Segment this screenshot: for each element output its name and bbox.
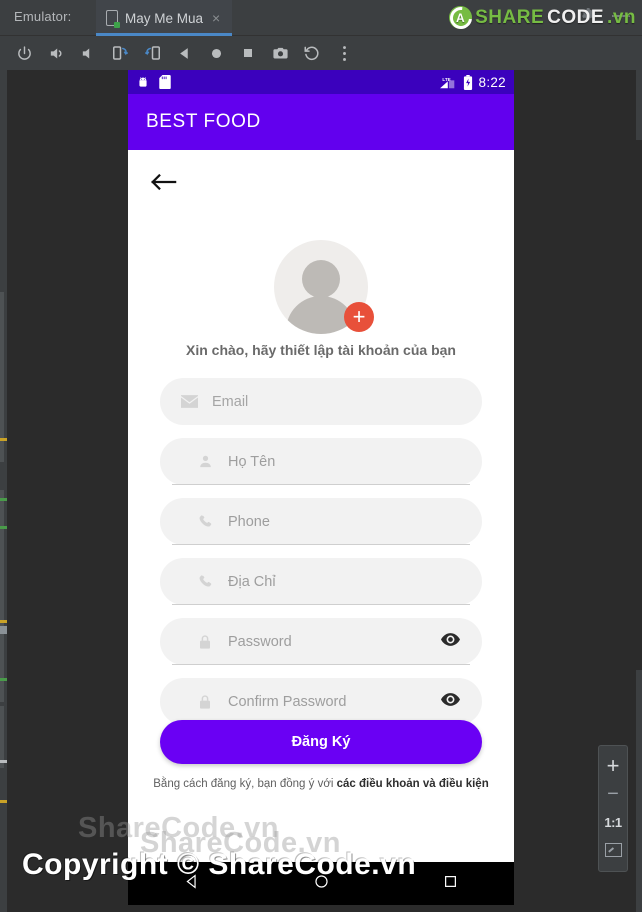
phone-placeholder: Phone xyxy=(228,513,270,530)
phone-icon xyxy=(192,514,218,529)
sharecode-mark-icon: A xyxy=(449,6,473,29)
lock-icon xyxy=(192,634,218,650)
emulator-tab[interactable]: May Me Mua × xyxy=(96,0,233,36)
toggle-password-visibility-icon[interactable] xyxy=(441,632,460,651)
right-chrome-edge-dark xyxy=(636,140,642,670)
home-button[interactable] xyxy=(200,37,232,69)
lock-icon xyxy=(192,694,218,710)
zoom-out-button[interactable]: − xyxy=(599,780,627,808)
avatar-upload[interactable]: + xyxy=(274,240,374,334)
fit-screen-button[interactable] xyxy=(599,836,627,864)
screen-back-button[interactable] xyxy=(142,164,184,200)
confirm-password-placeholder: Confirm Password xyxy=(228,693,347,710)
android-navigation-bar xyxy=(128,862,514,905)
email-field[interactable]: Email xyxy=(160,378,482,425)
status-time: 8:22 xyxy=(478,74,506,90)
brand-vn-text: .vn xyxy=(607,6,636,28)
brand-code-text: CODE xyxy=(547,6,605,28)
password-field[interactable]: Password xyxy=(160,618,482,665)
nav-home-button[interactable] xyxy=(313,873,330,895)
actual-size-button[interactable]: 1:1 xyxy=(599,808,627,836)
terms-link[interactable]: các điều khoản và điều kiện xyxy=(337,778,489,790)
overview-button[interactable] xyxy=(232,37,264,69)
more-button[interactable] xyxy=(328,37,360,69)
brand-share-text: SHARE xyxy=(475,6,545,28)
arrow-left-icon xyxy=(151,173,177,191)
address-field[interactable]: Địa Chỉ xyxy=(160,558,482,605)
device-screen: LTE 8:22 BEST FOOD + Xin chào, hãy thiết… xyxy=(128,70,514,905)
rotate-history-button[interactable] xyxy=(296,37,328,69)
android-icon xyxy=(139,76,147,87)
editor-gutter-strip[interactable] xyxy=(0,60,7,912)
window-titlebar: Emulator: May Me Mua × A SHARE CODE .vn xyxy=(0,0,642,36)
emulator-label: Emulator: xyxy=(14,9,72,24)
greeting-text: Xin chào, hãy thiết lập tài khoản của bạ… xyxy=(186,342,456,358)
battery-charging-icon xyxy=(463,74,472,90)
password-placeholder: Password xyxy=(228,633,292,650)
confirm-password-field[interactable]: Confirm Password xyxy=(160,678,482,725)
sdcard-icon xyxy=(159,75,171,89)
phone-icon xyxy=(192,574,218,589)
signup-form: Email Họ Tên Phone Địa Chỉ Password Conf… xyxy=(160,378,482,738)
signup-screen-content: + Xin chào, hãy thiết lập tài khoản của … xyxy=(128,150,514,862)
back-button[interactable] xyxy=(168,37,200,69)
android-status-bar: LTE 8:22 xyxy=(128,70,514,94)
phone-field[interactable]: Phone xyxy=(160,498,482,545)
volume-up-button[interactable] xyxy=(40,37,72,69)
nav-recents-button[interactable] xyxy=(443,874,458,894)
emulator-window: Emulator: May Me Mua × A SHARECODE.vn xyxy=(0,0,642,912)
emulator-toolbar xyxy=(0,36,642,70)
zoom-in-button[interactable]: + xyxy=(599,752,627,780)
email-placeholder: Email xyxy=(212,393,249,410)
address-placeholder: Địa Chỉ xyxy=(228,573,276,590)
fullname-field[interactable]: Họ Tên xyxy=(160,438,482,485)
add-photo-plus-icon[interactable]: + xyxy=(344,302,374,332)
avatar-head xyxy=(302,260,340,298)
volume-down-button[interactable] xyxy=(72,37,104,69)
app-bar: BEST FOOD xyxy=(128,94,514,150)
emulator-tab-label: May Me Mua xyxy=(125,10,204,26)
close-icon[interactable]: × xyxy=(210,11,222,25)
lte-signal-icon: LTE xyxy=(439,76,454,88)
app-title: BEST FOOD xyxy=(146,111,261,132)
screenshot-button[interactable] xyxy=(264,37,296,69)
person-icon xyxy=(192,454,218,469)
terms-text: Bằng cách đăng ký, bạn đồng ý với các đi… xyxy=(128,778,514,790)
terms-prefix: Bằng cách đăng ký, bạn đồng ý với xyxy=(153,778,337,790)
fullname-placeholder: Họ Tên xyxy=(228,453,276,470)
signup-button[interactable]: Đăng Ký xyxy=(160,720,482,764)
nav-back-button[interactable] xyxy=(184,873,201,895)
rotate-right-button[interactable] xyxy=(136,37,168,69)
power-button[interactable] xyxy=(8,37,40,69)
fit-screen-icon xyxy=(604,843,622,857)
envelope-icon xyxy=(176,395,202,408)
sharecode-logo-watermark: A SHARE CODE .vn xyxy=(449,6,636,29)
zoom-panel: + − 1:1 xyxy=(598,745,628,872)
toggle-confirm-password-visibility-icon[interactable] xyxy=(441,692,460,711)
phone-icon xyxy=(106,10,120,28)
rotate-left-button[interactable] xyxy=(104,37,136,69)
